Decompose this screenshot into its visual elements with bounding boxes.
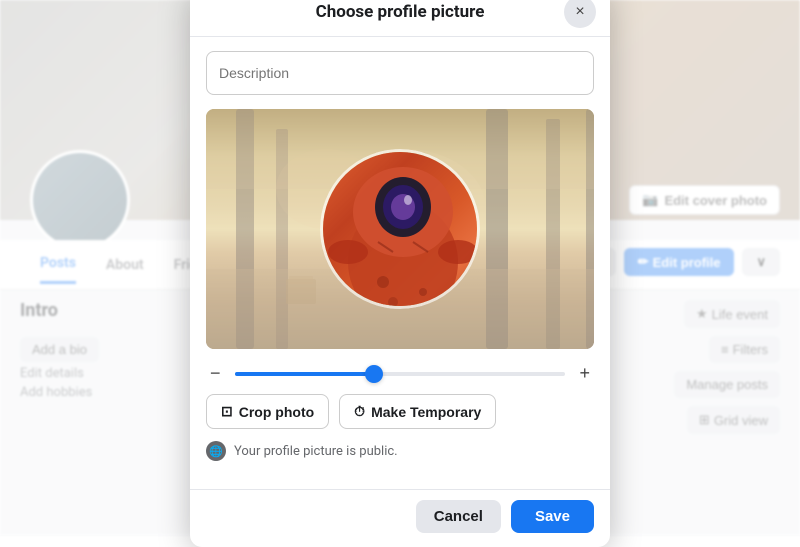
close-icon: ×	[575, 3, 584, 21]
modal-footer: Cancel Save	[190, 489, 610, 547]
choose-profile-picture-modal: Choose profile picture ×	[190, 0, 610, 547]
modal-close-button[interactable]: ×	[564, 0, 596, 28]
photo-crop-area	[206, 109, 594, 349]
make-temporary-button[interactable]: ⏱ Make Temporary	[339, 394, 496, 429]
zoom-area: − +	[206, 349, 594, 394]
save-button[interactable]: Save	[511, 500, 594, 533]
zoom-slider-fill	[235, 372, 374, 376]
globe-icon: 🌐	[206, 441, 226, 461]
zoom-plus-button[interactable]: +	[575, 363, 594, 384]
monster-illustration	[323, 152, 477, 306]
privacy-row: 🌐 Your profile picture is public.	[206, 441, 594, 461]
privacy-text: Your profile picture is public.	[234, 444, 398, 459]
modal-title: Choose profile picture	[316, 2, 485, 22]
crop-photo-label: Crop photo	[239, 404, 314, 420]
zoom-slider-track	[235, 372, 566, 376]
crop-circle	[320, 149, 480, 309]
crop-circle-content	[323, 152, 477, 306]
modal-overlay: Choose profile picture ×	[0, 0, 800, 535]
action-buttons-row: ⊡ Crop photo ⏱ Make Temporary	[206, 394, 594, 429]
description-input[interactable]	[206, 51, 594, 95]
zoom-slider-thumb[interactable]	[365, 365, 383, 383]
modal-body: − + ⊡ Crop photo ⏱ Make Temporary	[190, 37, 610, 489]
crop-icon: ⊡	[221, 403, 233, 420]
clock-icon: ⏱	[354, 403, 365, 420]
crop-photo-button[interactable]: ⊡ Crop photo	[206, 394, 329, 429]
zoom-minus-button[interactable]: −	[206, 363, 225, 384]
make-temporary-label: Make Temporary	[371, 404, 481, 420]
modal-header: Choose profile picture ×	[190, 0, 610, 37]
cancel-button[interactable]: Cancel	[416, 500, 501, 533]
